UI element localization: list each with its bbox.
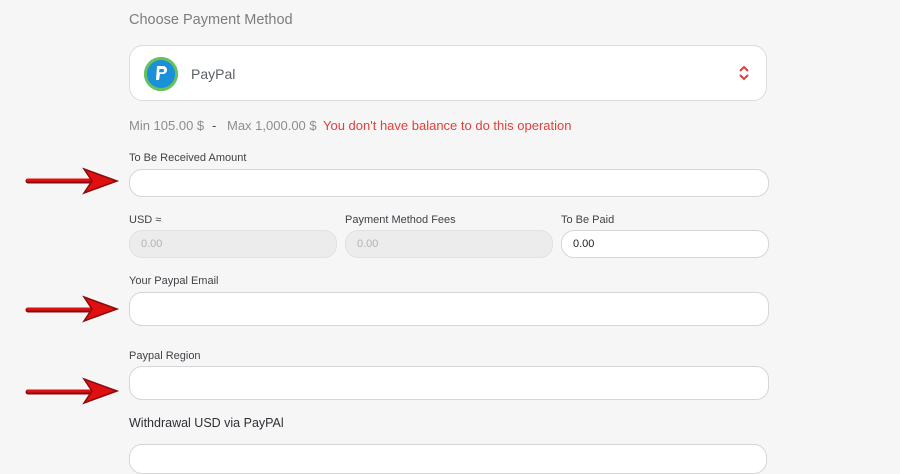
limit-max: Max 1,000.00 $ (227, 118, 317, 133)
usd-input (129, 230, 337, 258)
to-be-paid-label: To Be Paid (561, 214, 615, 226)
payment-method-label: PayPal (191, 66, 236, 82)
payment-method-select[interactable]: PayPal (129, 45, 767, 101)
red-arrow-icon (25, 167, 120, 195)
to-be-paid-input[interactable] (561, 230, 769, 258)
red-arrow-icon (25, 295, 120, 323)
section-title: Choose Payment Method (129, 12, 293, 28)
paypal-region-input[interactable] (129, 366, 769, 400)
limit-min: Min 105.00 $ (129, 118, 205, 133)
fees-input (345, 230, 553, 258)
received-amount-input[interactable] (129, 169, 769, 197)
usd-label: USD ≈ (129, 214, 162, 226)
received-amount-label: To Be Received Amount (129, 152, 247, 164)
fees-label: Payment Method Fees (345, 214, 456, 226)
limit-separator: - (212, 118, 217, 133)
paypal-email-input[interactable] (129, 292, 769, 326)
withdrawal-title: Withdrawal USD via PayPAl (129, 416, 284, 430)
paypal-region-label: Paypal Region (129, 350, 201, 362)
chevron-up-down-icon (739, 65, 749, 81)
paypal-logo-icon (144, 57, 178, 91)
balance-error-message: You don't have balance to do this operat… (323, 118, 572, 133)
red-arrow-icon (25, 377, 120, 405)
paypal-email-label: Your Paypal Email (129, 275, 219, 287)
